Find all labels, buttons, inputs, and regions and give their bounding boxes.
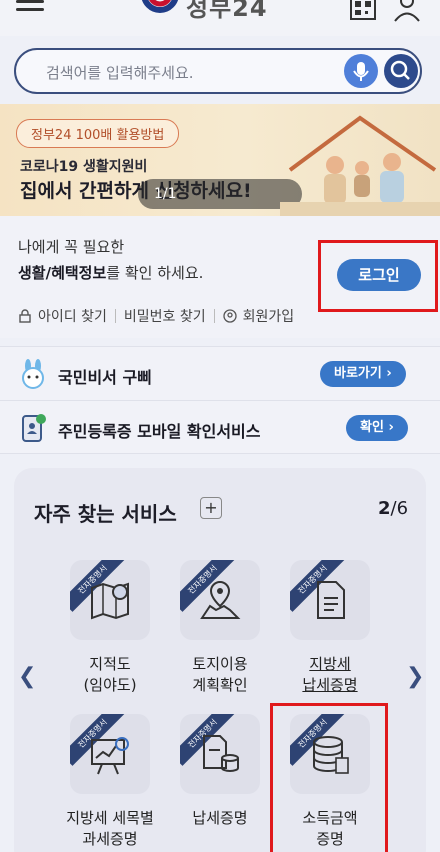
tile-label-line2: (임야도)	[83, 676, 137, 694]
tile-local-tax-by-item[interactable]: 전자증명서	[70, 714, 150, 794]
rabbit-mascot-icon	[22, 359, 44, 389]
tile-label-line1: 지방세	[309, 655, 351, 673]
find-password-link[interactable]: 비밀번호 찾기	[124, 306, 206, 326]
mic-icon	[353, 62, 369, 81]
tile-label-line2: 과세증명	[82, 830, 138, 848]
header: 정부24	[0, 0, 440, 36]
service-row-mobile-id[interactable]: 주민등록증 모바일 확인서비스 확인 ›	[0, 400, 440, 454]
divider	[213, 309, 215, 323]
prev-page-button[interactable]: ❮	[18, 664, 36, 689]
find-id-link[interactable]: 아이디 찾기	[38, 306, 107, 326]
family-house-illustration	[280, 115, 440, 216]
tile-label[interactable]: 납세증명	[160, 808, 280, 829]
frequent-services-title: 자주 찾는 서비스	[34, 502, 177, 526]
tile-label[interactable]: 지방세 납세증명	[270, 654, 390, 696]
user-icon[interactable]	[392, 0, 422, 22]
banner-pager[interactable]: 1/1	[138, 179, 302, 209]
logo[interactable]: 정부24	[140, 0, 268, 23]
search-input[interactable]: 검색어를 입력해주세요.	[46, 62, 194, 83]
tile-label-line1: 납세증명	[192, 809, 248, 827]
income-tile-highlight-box	[270, 703, 388, 852]
tile-label[interactable]: 지적도 (임야도)	[50, 654, 170, 696]
confirm-button[interactable]: 확인 ›	[346, 415, 408, 441]
next-page-button[interactable]: ❯	[406, 664, 424, 689]
banner-subtitle: 코로나19 생활지원비	[20, 159, 148, 175]
tile-label-line1: 지적도	[89, 655, 131, 673]
tile-local-tax-payment[interactable]: 전자증명서	[290, 560, 370, 640]
login-highlight-box: 로그인	[318, 240, 438, 312]
search-icon	[390, 60, 410, 80]
tile-label-line1: 지방세 세목별	[66, 809, 154, 827]
mobile-id-icon	[22, 414, 46, 442]
page-indicator: 2/6	[378, 498, 409, 519]
go-button[interactable]: 바로가기 ›	[320, 361, 406, 387]
service-label: 국민비서 구삐	[58, 368, 152, 387]
login-button[interactable]: 로그인	[337, 259, 421, 291]
search-bar[interactable]: 검색어를 입력해주세요.	[14, 48, 422, 94]
document-icon	[317, 581, 345, 619]
login-prompt-rest: 를 확인 하세요.	[106, 264, 204, 282]
tile-label-line2: 계획확인	[192, 676, 248, 694]
tile-land-use[interactable]: 전자증명서	[180, 560, 260, 640]
signup-link[interactable]: 회원가입	[243, 306, 295, 326]
page-current: 2	[378, 498, 391, 519]
tile-label[interactable]: 지방세 세목별 과세증명	[50, 808, 170, 850]
login-prompt-line1: 나에게 꼭 필요한	[18, 238, 125, 256]
menu-icon[interactable]	[16, 0, 44, 14]
service-row-gubbi[interactable]: 국민비서 구삐 바로가기 ›	[0, 346, 440, 400]
qr-icon[interactable]	[350, 0, 376, 20]
divider	[114, 309, 116, 323]
banner-tag: 정부24 100배 활용방법	[16, 119, 180, 148]
document-coins-icon	[203, 735, 239, 772]
login-section: 나에게 꼭 필요한 생활/혜택정보를 확인 하세요. 로그인 아이디 찾기 비밀…	[0, 216, 440, 338]
tile-cadastral-map[interactable]: 전자증명서	[70, 560, 150, 640]
search-button[interactable]	[384, 54, 418, 88]
tile-label-line1: 토지이용	[192, 655, 248, 673]
page-total: 6	[396, 498, 409, 519]
tile-tax-payment[interactable]: 전자증명서	[180, 714, 260, 794]
logo-text: 정부24	[186, 0, 268, 22]
chart-board-icon	[91, 737, 129, 775]
location-map-icon	[200, 580, 241, 619]
login-prompt-line2: 생활/혜택정보를 확인 하세요.	[18, 262, 203, 283]
tile-label[interactable]: 토지이용 계획확인	[160, 654, 280, 696]
member-icon	[222, 309, 237, 323]
map-icon	[91, 582, 129, 620]
add-service-button[interactable]: +	[200, 497, 222, 519]
lock-icon	[19, 309, 31, 323]
account-links: 아이디 찾기 비밀번호 찾기 회원가입	[18, 306, 294, 326]
tile-label-line2: 납세증명	[302, 676, 358, 694]
service-label: 주민등록증 모바일 확인서비스	[58, 422, 261, 441]
mic-button[interactable]	[344, 54, 378, 88]
logo-mark-icon	[142, 0, 178, 13]
login-prompt-bold: 생활/혜택정보	[18, 264, 107, 282]
promo-banner[interactable]: 정부24 100배 활용방법 코로나19 생활지원비 집에서 간편하게 신청하세…	[0, 104, 440, 216]
